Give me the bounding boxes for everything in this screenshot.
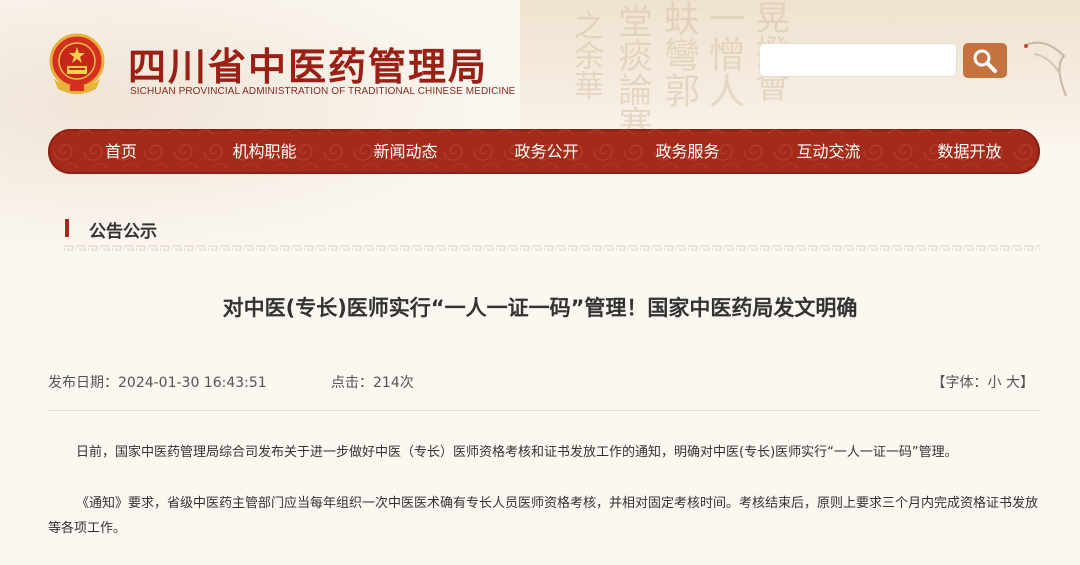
nav-item-open-data[interactable]: 数据开放 [899,129,1040,174]
section-marker [65,219,69,237]
article-paragraph: 《通知》要求，省级中医药主管部门应当每年组织一次中医医术确有专长人员医师资格考核… [48,496,1039,536]
main-nav: 首页 机构职能 新闻动态 政务公开 政务服务 互动交流 数据开放 [48,129,1040,174]
font-size-bracket-open: 【 [931,375,946,391]
nav-item-government-services[interactable]: 政务服务 [617,129,758,174]
site-subtitle: SICHUAN PROVINCIAL ADMINISTRATION OF TRA… [130,86,516,97]
background-calligraphy: 之余華 [568,10,603,100]
background-calligraphy: 蚨彎郭 [658,0,699,108]
crane-icon [1023,41,1067,97]
font-size-label: 字体： [945,375,988,391]
background-calligraphy: 一憎人 [703,0,744,108]
article-title: 对中医(专长)医师实行“一人一证一码”管理！国家中医药局发文明确 [222,296,858,320]
search-input[interactable] [759,43,957,77]
font-size-small-button[interactable]: 小 [988,375,1002,391]
national-emblem-icon [49,33,105,94]
nav-item-government-affairs[interactable]: 政务公开 [476,129,617,174]
nav-item-news[interactable]: 新闻动态 [335,129,476,174]
section-divider [64,245,1040,252]
font-size-control: 【字体：小 大】 [932,372,1034,392]
nav-item-interaction[interactable]: 互动交流 [758,129,899,174]
nav-item-functions[interactable]: 机构职能 [194,129,335,174]
background-calligraphy: 堂痰論寒 [612,4,652,140]
search-button[interactable] [963,43,1007,78]
font-size-large-button[interactable]: 大 [1006,375,1020,391]
publish-date: 发布日期：2024-01-30 16:43:51 [48,375,267,391]
click-count: 点击：214次 [331,375,414,391]
section-title: 公告公示 [89,222,157,242]
site-title: 四川省中医药管理局 [128,44,489,89]
meta-divider [48,410,1040,411]
font-size-bracket-close: 】 [1020,375,1034,391]
article-paragraph: 日前，国家中医药管理局综合司发布关于进一步做好中医（专长）医师资格考核和证书发放… [76,445,958,460]
search-icon [973,49,997,73]
nav-item-home[interactable]: 首页 [48,129,194,174]
